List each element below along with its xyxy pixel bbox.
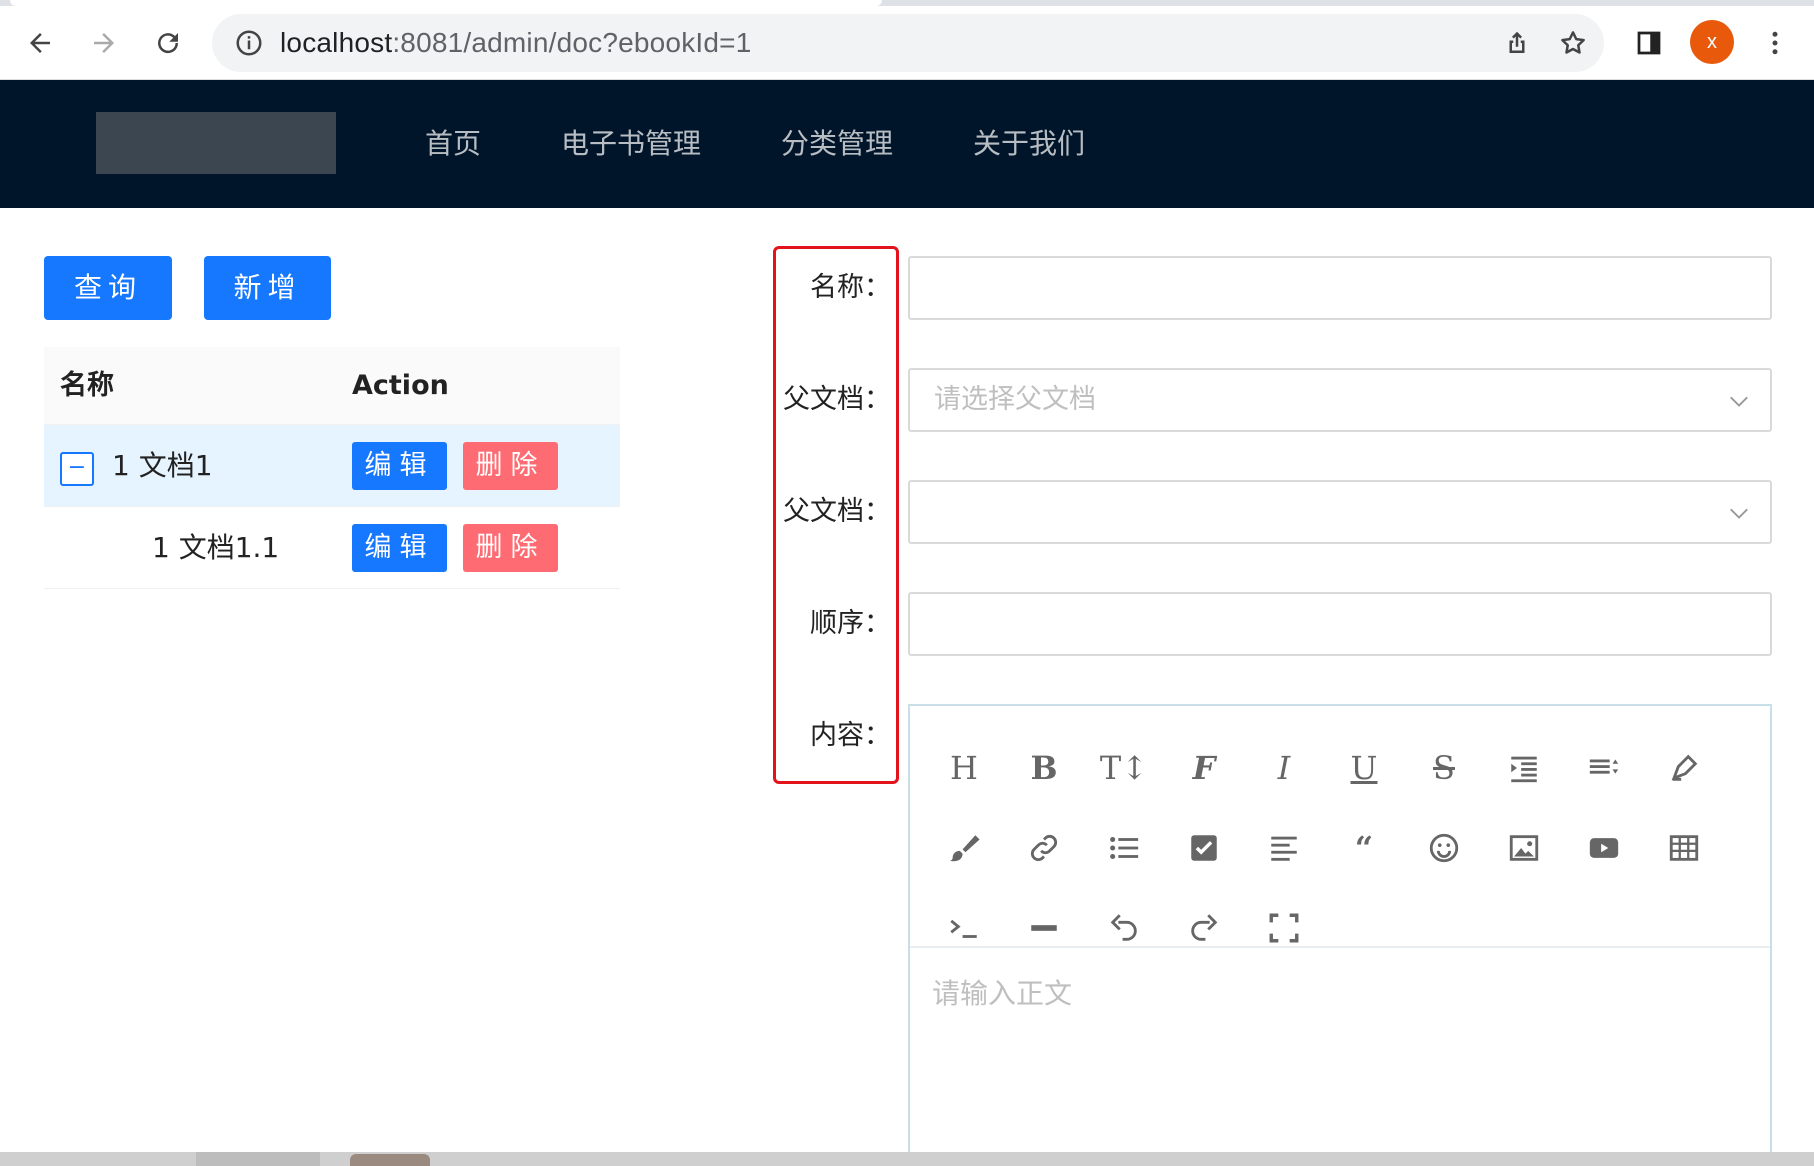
bulleted-list-icon[interactable] [1100,824,1148,872]
table-icon[interactable] [1660,824,1708,872]
edit-button[interactable]: 编辑 [352,442,447,490]
sort-input[interactable] [908,592,1772,656]
name-input[interactable] [908,256,1772,320]
chevron-down-icon [1730,396,1748,407]
nav-item-home[interactable]: 首页 [385,80,521,208]
italic-icon[interactable]: I [1260,744,1308,792]
font-size-icon[interactable]: T↕ [1100,744,1148,792]
nav-item-about[interactable]: 关于我们 [933,80,1125,208]
bookmark-star-icon[interactable] [1558,28,1588,58]
redo-icon[interactable] [1180,904,1228,952]
label-parent: 父文档： [783,384,891,415]
highlight-pen-icon[interactable] [1660,744,1708,792]
image-icon[interactable] [1500,824,1548,872]
parent-doc-select[interactable]: 请选择父文档 [908,368,1772,432]
align-icon[interactable] [1260,824,1308,872]
rich-text-editor[interactable]: H B T↕ F I U S “ 请输入正文 [908,704,1772,1166]
main-nav: 首页 电子书管理 分类管理 关于我们 [385,80,1125,208]
profile-avatar[interactable]: x [1690,20,1734,64]
back-icon[interactable] [17,20,63,66]
label-name: 名称： [810,272,891,303]
site-info-icon[interactable] [234,28,264,58]
font-family-icon[interactable]: F [1180,744,1228,792]
logo [96,112,336,174]
code-icon[interactable] [940,904,988,952]
side-panel-icon[interactable] [1626,20,1672,66]
brush-icon[interactable] [940,824,988,872]
url-text: localhost:8081/admin/doc?ebookId=1 [280,27,752,58]
heading-icon[interactable]: H [940,744,988,792]
query-button[interactable]: 查询 [44,256,172,320]
column-header-action: Action [352,370,449,401]
doc-name: 1 文档1 [112,449,213,482]
emoji-icon[interactable] [1420,824,1468,872]
label-parent-2: 父文档： [783,496,891,527]
doc-table: 名称 Action − 1 文档1 编辑 删除 1 文档1.1 编辑 删除 [44,347,620,589]
chevron-down-icon [1730,508,1748,519]
edit-button[interactable]: 编辑 [352,524,447,572]
link-icon[interactable] [1020,824,1068,872]
app-header: 首页 电子书管理 分类管理 关于我们 [0,80,1814,208]
reload-icon[interactable] [145,20,191,66]
parent-doc-tree-select[interactable] [908,480,1772,544]
table-row[interactable]: 1 文档1.1 编辑 删除 [44,507,620,589]
column-header-name: 名称 [60,370,114,401]
table-row[interactable]: − 1 文档1 编辑 删除 [44,425,620,507]
delete-button[interactable]: 删除 [463,524,558,572]
underline-icon[interactable]: U [1340,744,1388,792]
label-content: 内容： [810,720,891,751]
window-bottom-strip [0,1152,1814,1166]
line-height-icon[interactable] [1580,744,1628,792]
doc-name: 1 文档1.1 [152,531,280,564]
divider-icon[interactable] [1020,904,1068,952]
add-button[interactable]: 新增 [204,256,331,320]
browser-menu-icon[interactable] [1752,20,1798,66]
editor-placeholder: 请输入正文 [932,977,1073,1010]
share-icon[interactable] [1502,28,1532,58]
video-icon[interactable] [1580,824,1628,872]
forward-icon[interactable] [81,20,127,66]
fullscreen-icon[interactable] [1260,904,1308,952]
bold-icon[interactable]: B [1020,744,1068,792]
delete-button[interactable]: 删除 [463,442,558,490]
parent-doc-placeholder: 请选择父文档 [934,384,1096,415]
indent-icon[interactable] [1500,744,1548,792]
editor-toolbar: H B T↕ F I U S “ [910,706,1770,948]
collapse-row-icon[interactable]: − [60,452,94,486]
address-bar[interactable]: localhost:8081/admin/doc?ebookId=1 [212,14,1604,72]
label-sort: 顺序： [810,608,891,639]
table-header: 名称 Action [44,347,620,425]
checkbox-icon[interactable] [1180,824,1228,872]
undo-icon[interactable] [1100,904,1148,952]
quote-icon[interactable]: “ [1340,824,1388,872]
nav-item-category-admin[interactable]: 分类管理 [741,80,933,208]
browser-toolbar: localhost:8081/admin/doc?ebookId=1 x [0,6,1814,80]
nav-item-ebook-admin[interactable]: 电子书管理 [521,80,741,208]
strikethrough-icon[interactable]: S [1420,744,1468,792]
